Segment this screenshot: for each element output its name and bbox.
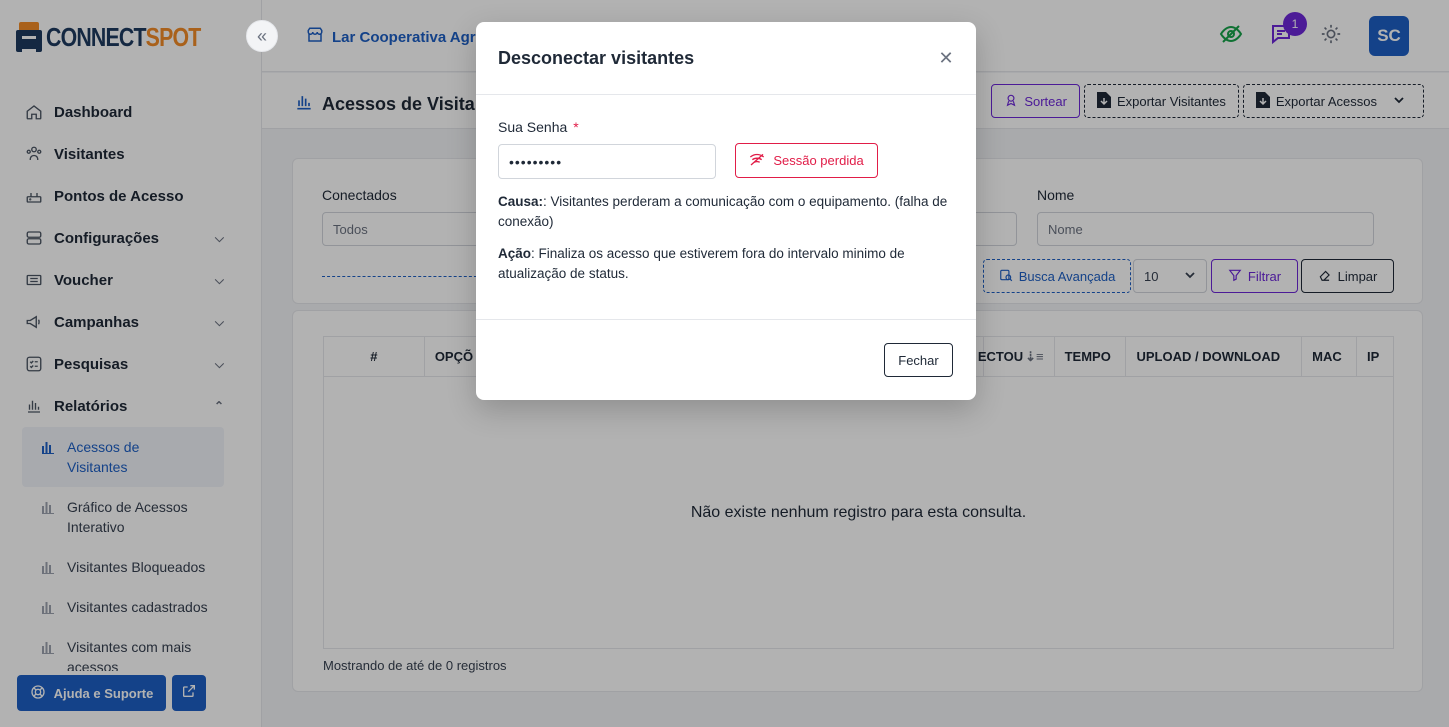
required-mark: * (573, 119, 579, 135)
action-label: Ação (498, 246, 532, 261)
collapse-sidebar-button[interactable]: « (246, 20, 278, 52)
chevrons-left-icon: « (256, 25, 267, 46)
close-icon[interactable]: ✕ (936, 48, 956, 68)
modal-footer-divider (476, 319, 976, 320)
modal-header: Desconectar visitantes ✕ (476, 22, 976, 95)
fechar-button[interactable]: Fechar (884, 343, 953, 377)
wifi-off-icon (749, 152, 765, 169)
action-paragraph: Ação: Finaliza os acesso que estiverem f… (498, 244, 954, 284)
cause-label: Causa: (498, 194, 544, 209)
modal-title: Desconectar visitantes (498, 48, 695, 68)
cause-text: : Visitantes perderam a comunicação com … (498, 194, 948, 229)
password-label: Sua Senha (498, 119, 568, 135)
disconnect-visitors-modal: Desconectar visitantes ✕ Sua Senha * ••••… (476, 22, 976, 400)
action-text: : Finaliza os acesso que estiverem fora … (498, 246, 905, 281)
password-input[interactable]: ••••••••• (498, 144, 716, 179)
lost-session-button[interactable]: Sessão perdida (735, 143, 878, 178)
lost-session-label: Sessão perdida (773, 153, 864, 168)
cause-paragraph: Causa:: Visitantes perderam a comunicaçã… (498, 192, 954, 232)
